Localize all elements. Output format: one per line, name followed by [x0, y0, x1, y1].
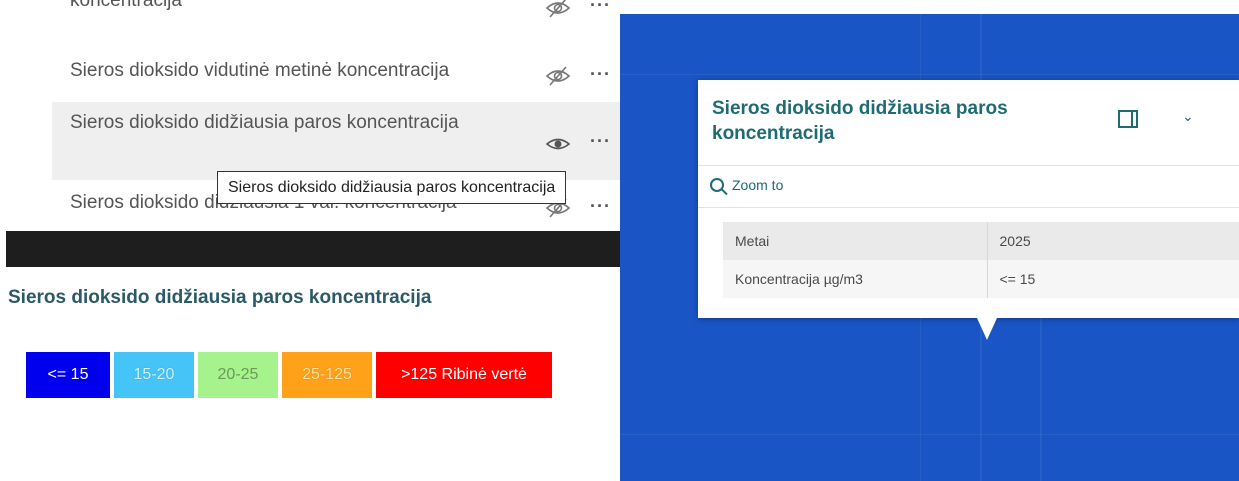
legend-class: 25-125	[282, 352, 372, 398]
layer-item-label: koncentracija	[70, 0, 182, 11]
zoom-to-label: Zoom to	[732, 177, 784, 193]
attribute-value: 2025	[987, 222, 1239, 260]
dock-icon[interactable]	[1118, 110, 1138, 128]
attribute-key: Metai	[723, 222, 988, 260]
layer-item[interactable]: Sieros dioksido vidutinė metinė koncentr…	[52, 56, 620, 96]
layer-tooltip: Sieros dioksido didžiausia paros koncent…	[217, 171, 567, 204]
table-row: Metai 2025	[723, 222, 1239, 260]
layer-item-label: Sieros dioksido didžiausia paros koncent…	[70, 112, 459, 133]
more-options-icon[interactable]: ···	[590, 0, 611, 20]
attribute-key: Koncentracija µg/m3	[723, 260, 988, 298]
layer-item[interactable]: koncentracija ···	[52, 0, 620, 40]
popup-title: Sieros dioksido didžiausia paros koncent…	[712, 98, 1008, 144]
eye-off-icon[interactable]	[544, 0, 572, 20]
legend-class: 20-25	[198, 352, 278, 398]
table-row: Koncentracija µg/m3 <= 15	[723, 260, 1239, 298]
more-options-icon[interactable]: ···	[590, 191, 611, 221]
eye-off-icon[interactable]	[544, 64, 572, 88]
popup-pointer	[977, 318, 997, 340]
map-road	[1040, 314, 1042, 481]
popup-divider	[698, 165, 1239, 166]
attribute-table: Metai 2025 Koncentracija µg/m3 <= 15	[723, 222, 1239, 298]
zoom-to-button[interactable]: Zoom to	[710, 177, 783, 193]
attribute-value: <= 15	[987, 260, 1239, 298]
feature-popup: Sieros dioksido didžiausia paros koncent…	[698, 80, 1239, 318]
legend-title: Sieros dioksido didžiausia paros koncent…	[8, 287, 432, 308]
map-road	[620, 74, 1239, 75]
panel-divider-bar	[6, 231, 620, 267]
chevron-down-icon[interactable]: ⌄	[1182, 108, 1194, 125]
layer-item-active[interactable]: Sieros dioksido didžiausia paros koncent…	[52, 102, 620, 180]
layer-item-label: Sieros dioksido vidutinė metinė koncentr…	[70, 60, 450, 81]
map-road	[620, 434, 1239, 435]
legend-class: <= 15	[26, 352, 110, 398]
popup-divider	[698, 207, 1239, 208]
legend-class: 15-20	[114, 352, 194, 398]
more-options-icon[interactable]: ···	[590, 126, 611, 156]
more-options-icon[interactable]: ···	[590, 59, 611, 89]
zoom-in-icon	[710, 178, 724, 192]
legend-class: >125 Ribinė vertė	[376, 352, 552, 398]
eye-icon[interactable]	[544, 132, 572, 156]
